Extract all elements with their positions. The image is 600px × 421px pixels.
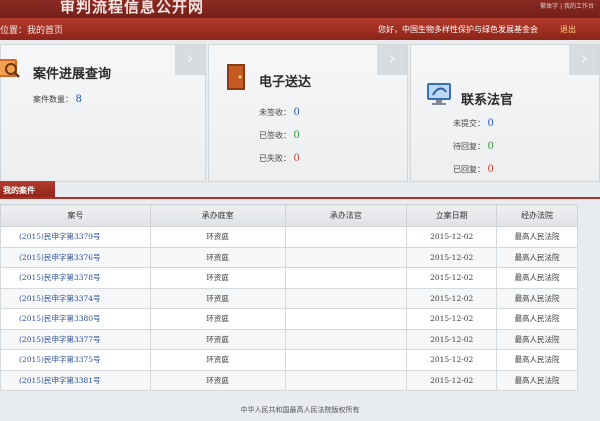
- footer-copyright: 中华人民共和国最高人民法院版权所有: [240, 406, 360, 414]
- cell-judge: [284, 308, 408, 330]
- cell-court: 最高人民法院: [496, 246, 578, 268]
- cell-judge: [284, 287, 408, 309]
- contact-pending-value[interactable]: 0: [488, 141, 494, 152]
- cell-filing-date: 2015-12-02: [406, 246, 498, 268]
- panel-title-delivery: 电子送达: [259, 75, 312, 90]
- user-greeting: 您好，中国生物多样性保护与绿色发展基金会: [378, 25, 538, 34]
- panel-title-contact: 联系法官: [461, 93, 514, 108]
- cell-filing-date: 2015-12-02: [406, 369, 498, 391]
- cell-court: 最高人民法院: [496, 328, 578, 350]
- column-header-judge[interactable]: 承办法官: [284, 204, 408, 227]
- breadcrumb: 位置：我的首页: [0, 23, 63, 36]
- cell-filing-date: 2015-12-02: [406, 226, 498, 248]
- contact-unsubmitted-value[interactable]: 0: [488, 118, 494, 129]
- cell-filing-date: 2015-12-02: [406, 349, 498, 371]
- cell-court: 最高人民法院: [496, 287, 578, 309]
- delivery-row-failed: 已失败： 0: [259, 153, 300, 164]
- cell-filing-date: 2015-12-02: [406, 328, 498, 350]
- section-divider: [0, 197, 600, 199]
- contact-replied-value[interactable]: 0: [488, 164, 494, 175]
- case-number-link[interactable]: (2015)民申字第3377号: [0, 328, 151, 350]
- table-row[interactable]: (2015)民申字第3380号 环资庭 2015-12-02 最高人民法院: [0, 308, 578, 330]
- cell-judge: [284, 226, 408, 248]
- case-number-link[interactable]: (2015)民申字第3380号: [0, 308, 151, 330]
- table-row[interactable]: (2015)民申字第3378号 环资庭 2015-12-02 最高人民法院: [0, 267, 578, 289]
- cell-division: 环资庭: [149, 267, 286, 289]
- cell-court: 最高人民法院: [496, 267, 578, 289]
- table-row[interactable]: (2015)民申字第3376号 环资庭 2015-12-02 最高人民法院: [0, 246, 578, 268]
- magnifier-folder-icon: [0, 55, 20, 79]
- contact-row-pending: 待回复： 0: [453, 141, 494, 152]
- table-row[interactable]: (2015)民申字第3375号 环资庭 2015-12-02 最高人民法院: [0, 349, 578, 371]
- cell-division: 环资庭: [149, 308, 286, 330]
- panel-electronic-delivery[interactable]: 电子送达 未签收： 0 已签收： 0 已失败： 0 ›: [208, 44, 408, 182]
- arrow-right-icon[interactable]: ›: [569, 45, 599, 75]
- cell-court: 最高人民法院: [496, 226, 578, 248]
- case-count-label: 案件数量：: [33, 95, 73, 104]
- contact-row-replied: 已回复： 0: [453, 164, 494, 175]
- case-number-link[interactable]: (2015)民申字第3381号: [0, 369, 151, 391]
- site-title: 审判流程信息公开网: [60, 0, 205, 16]
- cell-judge: [284, 246, 408, 268]
- delivery-row-signed: 已签收： 0: [259, 130, 300, 141]
- column-header-filing-date[interactable]: 立案日期: [406, 204, 498, 227]
- cell-judge: [284, 349, 408, 371]
- cell-judge: [284, 267, 408, 289]
- table-header-row: 案号 承办庭室 承办法官 立案日期 经办法院: [0, 204, 578, 227]
- cell-filing-date: 2015-12-02: [406, 308, 498, 330]
- cases-table: 案号 承办庭室 承办法官 立案日期 经办法院 (2015)民申字第3379号 环…: [0, 204, 578, 391]
- cell-court: 最高人民法院: [496, 308, 578, 330]
- cell-filing-date: 2015-12-02: [406, 267, 498, 289]
- case-number-link[interactable]: (2015)民申字第3378号: [0, 267, 151, 289]
- cell-court: 最高人民法院: [496, 349, 578, 371]
- contact-row-unsubmitted: 未提交： 0: [453, 118, 494, 129]
- table-row[interactable]: (2015)民申字第3381号 环资庭 2015-12-02 最高人民法院: [0, 369, 578, 391]
- delivery-failed-value[interactable]: 0: [294, 153, 300, 164]
- cell-judge: [284, 369, 408, 391]
- door-icon: [223, 63, 247, 90]
- cell-judge: [284, 328, 408, 350]
- case-number-link[interactable]: (2015)民申字第3376号: [0, 246, 151, 268]
- panel-contact-judge[interactable]: 联系法官 未提交： 0 待回复： 0 已回复： 0 ›: [410, 44, 600, 182]
- contact-replied-label: 已回复：: [453, 165, 485, 174]
- delivery-failed-label: 已失败：: [259, 154, 291, 163]
- column-header-case-number[interactable]: 案号: [0, 204, 151, 227]
- delivery-signed-value[interactable]: 0: [294, 130, 300, 141]
- breadcrumb-label: 位置：: [0, 26, 28, 36]
- cell-filing-date: 2015-12-02: [406, 287, 498, 309]
- sub-header-bar: 位置：我的首页 您好，中国生物多样性保护与绿色发展基金会 退出: [0, 18, 600, 40]
- case-number-link[interactable]: (2015)民申字第3375号: [0, 349, 151, 371]
- delivery-unsigned-label: 未签收：: [259, 108, 291, 117]
- table-row[interactable]: (2015)民申字第3377号 环资庭 2015-12-02 最高人民法院: [0, 328, 578, 350]
- case-count-row: 案件数量： 8: [33, 94, 82, 105]
- panel-title-case-progress: 案件进展查询: [33, 67, 112, 82]
- delivery-unsigned-value[interactable]: 0: [294, 107, 300, 118]
- cell-division: 环资庭: [149, 369, 286, 391]
- column-header-division[interactable]: 承办庭室: [149, 204, 286, 227]
- case-number-link[interactable]: (2015)民申字第3379号: [0, 226, 151, 248]
- top-links[interactable]: 繁体字 | 我的工作台: [540, 1, 594, 10]
- panel-case-progress[interactable]: 案件进展查询 案件数量： 8 ›: [0, 44, 206, 182]
- column-header-court[interactable]: 经办法院: [496, 204, 578, 227]
- arrow-right-icon[interactable]: ›: [175, 45, 205, 75]
- delivery-row-unsigned: 未签收： 0: [259, 107, 300, 118]
- arrow-right-icon[interactable]: ›: [377, 45, 407, 75]
- monitor-icon: [425, 81, 451, 105]
- cell-division: 环资庭: [149, 226, 286, 248]
- table-row[interactable]: (2015)民申字第3379号 环资庭 2015-12-02 最高人民法院: [0, 226, 578, 248]
- case-number-link[interactable]: (2015)民申字第3374号: [0, 287, 151, 309]
- cell-division: 环资庭: [149, 246, 286, 268]
- table-row[interactable]: (2015)民申字第3374号 环资庭 2015-12-02 最高人民法院: [0, 287, 578, 309]
- contact-unsubmitted-label: 未提交：: [453, 119, 485, 128]
- delivery-signed-label: 已签收：: [259, 131, 291, 140]
- cell-division: 环资庭: [149, 287, 286, 309]
- cell-court: 最高人民法院: [496, 369, 578, 391]
- cell-division: 环资庭: [149, 328, 286, 350]
- logout-link[interactable]: 退出: [560, 24, 576, 35]
- contact-pending-label: 待回复：: [453, 142, 485, 151]
- cell-division: 环资庭: [149, 349, 286, 371]
- breadcrumb-current[interactable]: 我的首页: [27, 26, 63, 36]
- case-count-value[interactable]: 8: [76, 94, 82, 105]
